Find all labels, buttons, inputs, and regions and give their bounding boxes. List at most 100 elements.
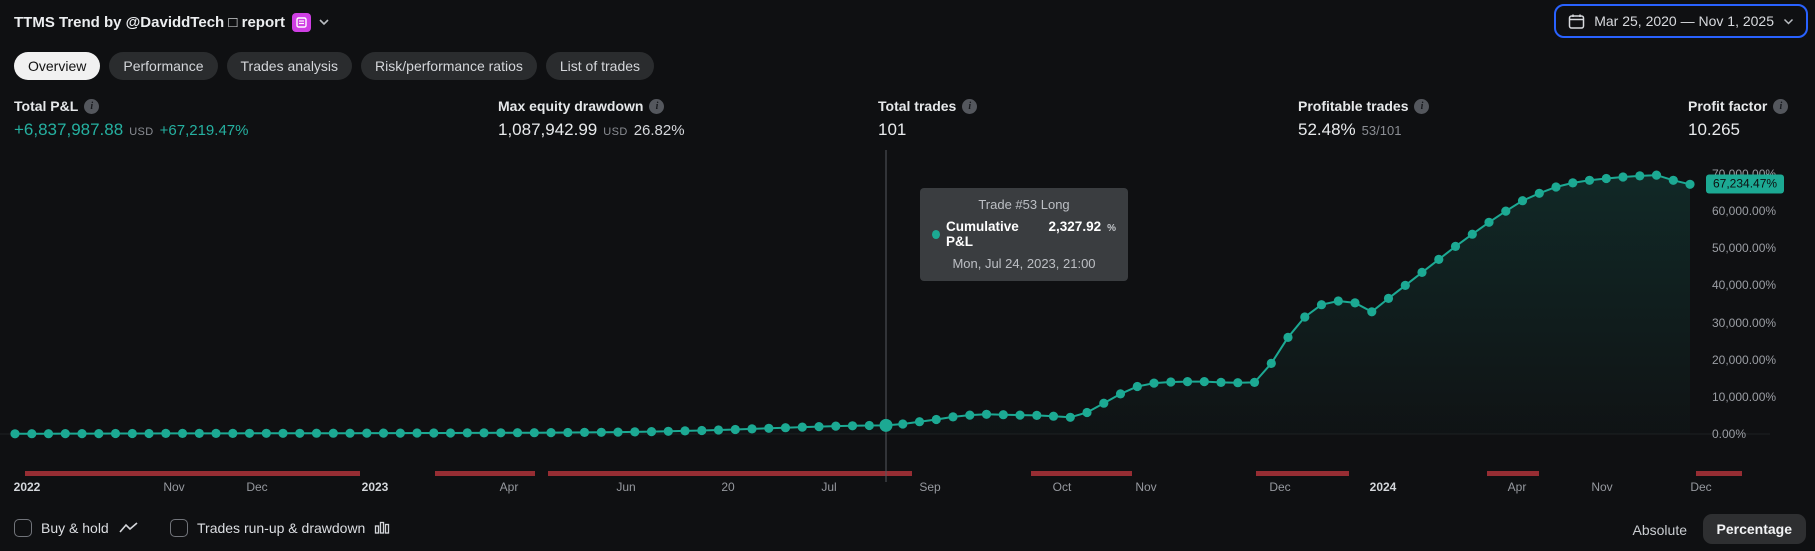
data-point[interactable] — [1367, 307, 1376, 316]
data-point[interactable] — [664, 427, 673, 436]
data-point[interactable] — [1652, 171, 1661, 180]
data-point[interactable] — [999, 410, 1008, 419]
data-point[interactable] — [446, 428, 455, 437]
data-point[interactable] — [496, 428, 505, 437]
data-point[interactable] — [1032, 411, 1041, 420]
tab-risk-performance-ratios[interactable]: Risk/performance ratios — [361, 52, 537, 80]
data-point[interactable] — [1501, 207, 1510, 216]
data-point[interactable] — [195, 429, 204, 438]
data-point[interactable] — [1049, 412, 1058, 421]
data-point[interactable] — [128, 429, 137, 438]
data-point[interactable] — [329, 429, 338, 438]
data-point[interactable] — [580, 428, 589, 437]
data-point[interactable] — [463, 428, 472, 437]
data-point[interactable] — [1149, 379, 1158, 388]
data-point[interactable] — [1216, 378, 1225, 387]
data-point[interactable] — [1417, 268, 1426, 277]
data-point[interactable] — [1267, 359, 1276, 368]
date-range-picker[interactable]: Mar 25, 2020 — Nov 1, 2025 — [1554, 4, 1808, 38]
data-point[interactable] — [513, 428, 522, 437]
data-point[interactable] — [412, 428, 421, 437]
data-point[interactable] — [1334, 296, 1343, 305]
data-point[interactable] — [1551, 182, 1560, 191]
data-point[interactable] — [1183, 377, 1192, 386]
data-point[interactable] — [1401, 281, 1410, 290]
data-point[interactable] — [814, 422, 823, 431]
data-point[interactable] — [1015, 411, 1024, 420]
tab-performance[interactable]: Performance — [109, 52, 217, 80]
info-icon[interactable]: i — [1773, 99, 1788, 114]
data-point[interactable] — [262, 429, 271, 438]
data-point[interactable] — [1535, 189, 1544, 198]
data-point[interactable] — [1133, 382, 1142, 391]
data-point[interactable] — [1116, 389, 1125, 398]
data-point[interactable] — [345, 429, 354, 438]
data-point[interactable] — [546, 428, 555, 437]
data-point[interactable] — [563, 428, 572, 437]
data-point[interactable] — [44, 429, 53, 438]
selected-data-point[interactable] — [880, 419, 893, 432]
checkbox-trades-run-up-drawdown[interactable]: Trades run-up & drawdown — [170, 514, 390, 542]
data-point[interactable] — [94, 429, 103, 438]
data-point[interactable] — [295, 429, 304, 438]
data-point[interactable] — [731, 425, 740, 434]
data-point[interactable] — [848, 421, 857, 430]
data-point[interactable] — [211, 429, 220, 438]
data-point[interactable] — [144, 429, 153, 438]
data-point[interactable] — [77, 429, 86, 438]
data-point[interactable] — [764, 424, 773, 433]
data-point[interactable] — [1250, 378, 1259, 387]
data-point[interactable] — [747, 424, 756, 433]
data-point[interactable] — [178, 429, 187, 438]
data-point[interactable] — [798, 423, 807, 432]
info-icon[interactable]: i — [1414, 99, 1429, 114]
data-point[interactable] — [396, 429, 405, 438]
data-point[interactable] — [10, 429, 19, 438]
tab-list-of-trades[interactable]: List of trades — [546, 52, 654, 80]
data-point[interactable] — [111, 429, 120, 438]
data-point[interactable] — [1484, 218, 1493, 227]
data-point[interactable] — [1635, 171, 1644, 180]
data-point[interactable] — [1669, 176, 1678, 185]
data-point[interactable] — [245, 429, 254, 438]
data-point[interactable] — [1685, 180, 1694, 189]
data-point[interactable] — [161, 429, 170, 438]
tab-overview[interactable]: Overview — [14, 52, 100, 80]
data-point[interactable] — [831, 422, 840, 431]
tab-trades-analysis[interactable]: Trades analysis — [227, 52, 353, 80]
absolute-button[interactable]: Absolute — [1625, 516, 1695, 544]
checkbox-box[interactable] — [14, 519, 32, 537]
data-point[interactable] — [948, 412, 957, 421]
data-point[interactable] — [1200, 377, 1209, 386]
data-point[interactable] — [1317, 300, 1326, 309]
info-icon[interactable]: i — [962, 99, 977, 114]
data-point[interactable] — [1066, 413, 1075, 422]
data-point[interactable] — [61, 429, 70, 438]
info-icon[interactable]: i — [649, 99, 664, 114]
data-point[interactable] — [597, 428, 606, 437]
data-point[interactable] — [1434, 255, 1443, 264]
data-point[interactable] — [429, 428, 438, 437]
data-point[interactable] — [1618, 172, 1627, 181]
data-point[interactable] — [1099, 399, 1108, 408]
data-point[interactable] — [630, 427, 639, 436]
data-point[interactable] — [530, 428, 539, 437]
report-icon[interactable] — [292, 13, 311, 32]
data-point[interactable] — [932, 415, 941, 424]
data-point[interactable] — [1602, 174, 1611, 183]
data-point[interactable] — [1451, 242, 1460, 251]
data-point[interactable] — [312, 429, 321, 438]
data-point[interactable] — [781, 423, 790, 432]
data-point[interactable] — [915, 417, 924, 426]
data-point[interactable] — [1384, 294, 1393, 303]
checkbox-buy-hold[interactable]: Buy & hold — [14, 514, 139, 542]
data-point[interactable] — [1568, 178, 1577, 187]
data-point[interactable] — [1283, 333, 1292, 342]
data-point[interactable] — [1518, 196, 1527, 205]
cumulative-pnl-chart[interactable] — [0, 0, 1815, 551]
percentage-button[interactable]: Percentage — [1703, 514, 1806, 544]
data-point[interactable] — [1350, 298, 1359, 307]
data-point[interactable] — [379, 429, 388, 438]
data-point[interactable] — [1468, 230, 1477, 239]
data-point[interactable] — [680, 426, 689, 435]
